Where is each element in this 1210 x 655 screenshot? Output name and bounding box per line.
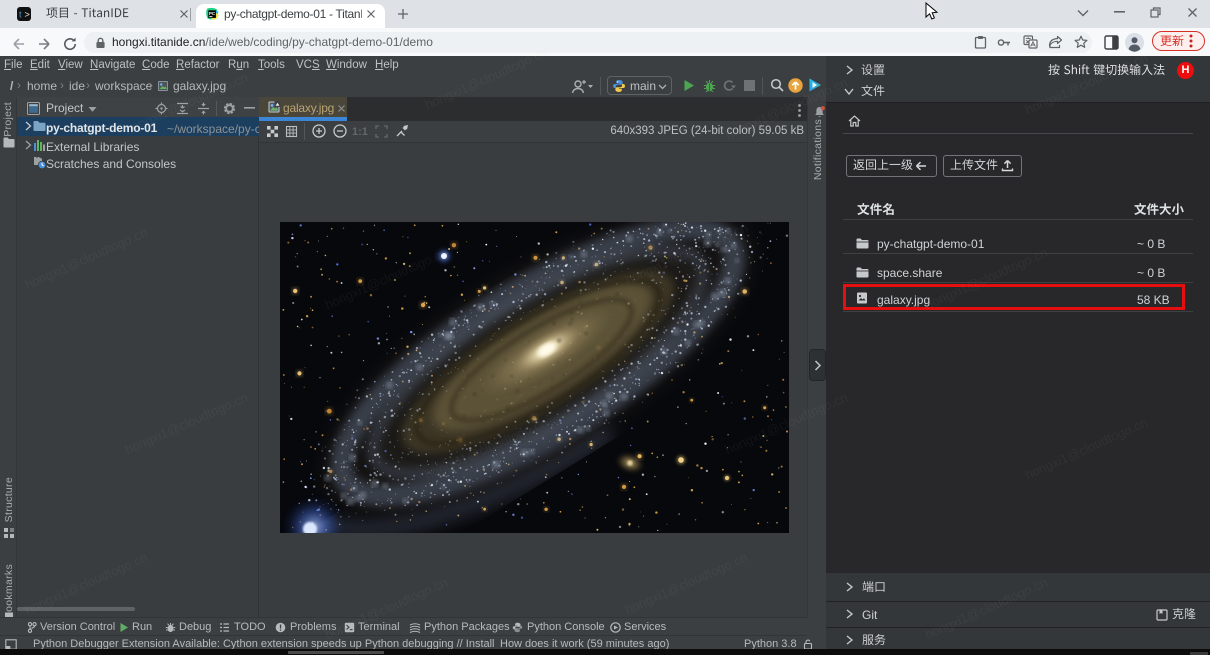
svg-text:PC: PC	[209, 11, 216, 16]
svg-text:>: >	[25, 10, 30, 20]
